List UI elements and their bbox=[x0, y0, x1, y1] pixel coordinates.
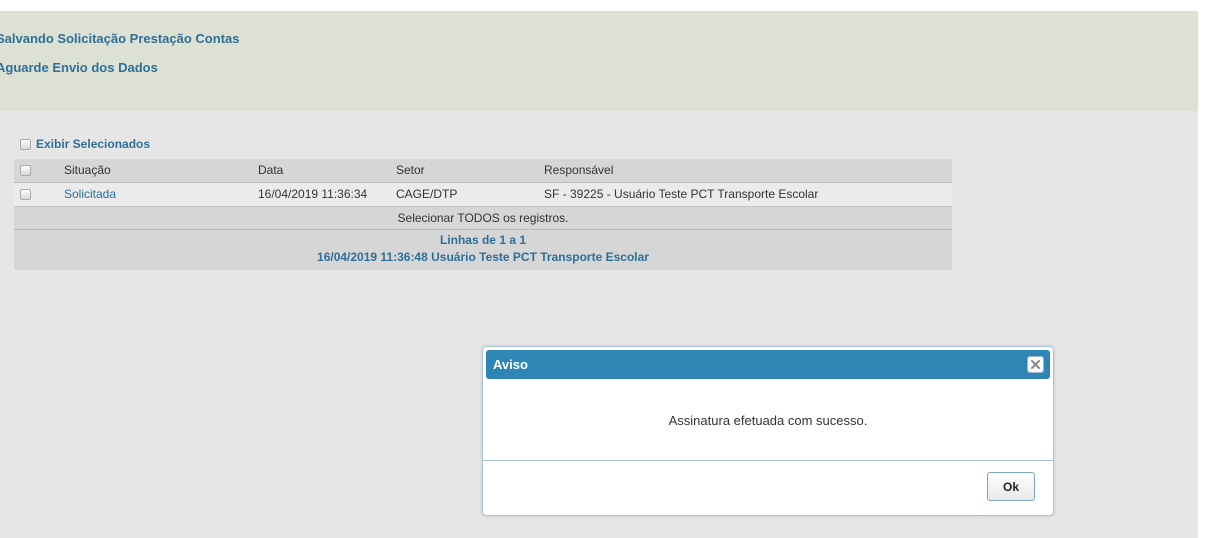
footer-timestamp-user: 16/04/2019 11:36:48 Usuário Teste PCT Tr… bbox=[317, 250, 649, 264]
status-title: Salvando Solicitação Prestação Contas bbox=[0, 31, 240, 46]
row-setor: CAGE/DTP bbox=[396, 187, 458, 201]
row-situacao-link[interactable]: Solicitada bbox=[64, 183, 116, 206]
exibir-selecionados-toggle[interactable]: Exibir Selecionados bbox=[20, 136, 150, 152]
select-all-header-cell bbox=[20, 159, 31, 182]
page-header: Salvando Solicitação Prestação Contas Ag… bbox=[0, 11, 1198, 111]
dialog-title: Aviso bbox=[493, 357, 528, 372]
column-header-situacao[interactable]: Situação bbox=[64, 159, 111, 182]
status-subtitle: Aguarde Envio dos Dados bbox=[0, 60, 158, 75]
row-checkbox[interactable] bbox=[20, 189, 31, 201]
dialog-divider bbox=[483, 460, 1053, 461]
exibir-selecionados-label: Exibir Selecionados bbox=[36, 137, 151, 151]
dialog-close-button[interactable] bbox=[1027, 356, 1044, 373]
close-icon bbox=[1031, 360, 1040, 369]
select-all-records-link[interactable]: Selecionar TODOS os registros. bbox=[14, 207, 952, 229]
ok-button[interactable]: Ok bbox=[987, 472, 1035, 501]
column-header-responsavel[interactable]: Responsável bbox=[544, 159, 613, 182]
select-all-checkbox[interactable] bbox=[20, 165, 31, 177]
dialog-titlebar[interactable]: Aviso bbox=[486, 350, 1050, 379]
results-table: Situação Data Setor Responsável Solicita… bbox=[14, 159, 952, 270]
dialog-message: Assinatura efetuada com sucesso. bbox=[668, 413, 868, 428]
table-header-row: Situação Data Setor Responsável bbox=[14, 159, 952, 183]
row-responsavel: SF - 39225 - Usuário Teste PCT Transport… bbox=[544, 187, 819, 201]
aviso-dialog: Aviso Assinatura efetuada com sucesso. O… bbox=[482, 346, 1054, 516]
select-all-records-row[interactable]: Selecionar TODOS os registros. bbox=[14, 207, 952, 230]
row-data: 16/04/2019 11:36:34 bbox=[258, 187, 368, 201]
column-header-setor[interactable]: Setor bbox=[396, 159, 425, 182]
table-footer: Linhas de 1 a 1 16/04/2019 11:36:48 Usuá… bbox=[14, 230, 952, 270]
exibir-selecionados-checkbox[interactable] bbox=[20, 138, 31, 150]
column-header-data[interactable]: Data bbox=[258, 159, 283, 182]
pagination-info: Linhas de 1 a 1 bbox=[439, 233, 527, 247]
row-select-cell bbox=[20, 183, 31, 206]
table-row[interactable]: Solicitada 16/04/2019 11:36:34 CAGE/DTP … bbox=[14, 183, 952, 207]
